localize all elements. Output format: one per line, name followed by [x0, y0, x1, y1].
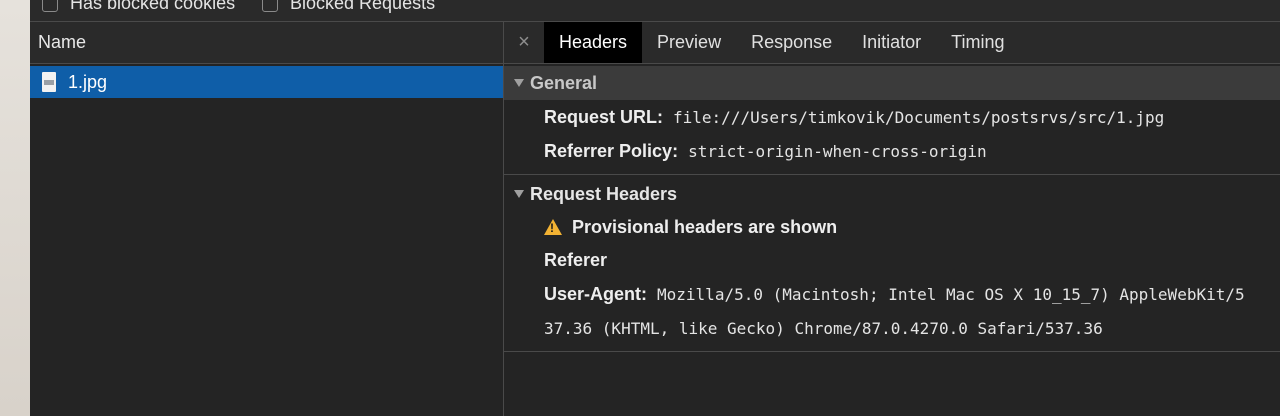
- close-details-icon[interactable]: ×: [504, 22, 544, 63]
- name-column-label: Name: [38, 32, 87, 52]
- referer-label: Referer: [544, 249, 608, 270]
- filter-bar: Has blocked cookies Blocked Requests: [30, 0, 1280, 22]
- request-url-row: Request URL: file:///Users/timkovik/Docu…: [504, 100, 1280, 134]
- user-agent-value-continued: 37.36 (KHTML, like Gecko) Chrome/87.0.42…: [544, 318, 1103, 338]
- user-agent-row: User-Agent: Mozilla/5.0 (Macintosh; Inte…: [504, 277, 1280, 311]
- blocked-requests-option[interactable]: Blocked Requests: [262, 0, 435, 14]
- section-divider: [504, 351, 1280, 352]
- tab-response[interactable]: Response: [736, 22, 847, 63]
- tab-timing[interactable]: Timing: [936, 22, 1019, 63]
- general-section-title: General: [530, 72, 598, 93]
- has-blocked-cookies-checkbox[interactable]: [42, 0, 58, 12]
- request-headers-section-toggle[interactable]: Request Headers: [504, 177, 1280, 211]
- provisional-headers-warning: Provisional headers are shown: [504, 211, 1280, 243]
- has-blocked-cookies-option[interactable]: Has blocked cookies: [42, 0, 235, 14]
- referrer-policy-label: Referrer Policy:: [544, 140, 679, 161]
- request-url-label: Request URL:: [544, 106, 664, 127]
- blocked-requests-label: Blocked Requests: [290, 0, 436, 13]
- request-row-selected[interactable]: 1.jpg: [30, 66, 503, 98]
- request-url-value: file:///Users/timkovik/Documents/postsrv…: [673, 107, 1165, 127]
- referrer-policy-value: strict-origin-when-cross-origin: [688, 141, 987, 161]
- expand-triangle-icon: [514, 190, 524, 198]
- request-list-pane: Name 1.jpg: [30, 22, 504, 416]
- details-tab-bar: × Headers Preview Response Initiator Tim…: [504, 22, 1280, 64]
- tab-preview[interactable]: Preview: [642, 22, 736, 63]
- referer-row: Referer: [504, 243, 1280, 277]
- devtools-network-panel: Has blocked cookies Blocked Requests Nam…: [30, 0, 1280, 416]
- user-agent-value: Mozilla/5.0 (Macintosh; Intel Mac OS X 1…: [657, 284, 1245, 304]
- image-file-icon: [42, 72, 56, 92]
- warning-text: Provisional headers are shown: [572, 216, 838, 237]
- tab-headers[interactable]: Headers: [544, 22, 643, 63]
- section-divider: [504, 174, 1280, 175]
- user-agent-label: User-Agent:: [544, 283, 648, 304]
- general-section-toggle[interactable]: General: [504, 66, 1280, 100]
- request-details-pane: × Headers Preview Response Initiator Tim…: [504, 22, 1280, 416]
- tab-initiator[interactable]: Initiator: [847, 22, 936, 63]
- warning-icon: [544, 219, 562, 235]
- has-blocked-cookies-label: Has blocked cookies: [70, 0, 236, 13]
- request-headers-section-title: Request Headers: [530, 183, 678, 204]
- desktop-background: [0, 0, 30, 416]
- name-column-header[interactable]: Name: [30, 22, 503, 64]
- expand-triangle-icon: [514, 79, 524, 87]
- referrer-policy-row: Referrer Policy: strict-origin-when-cros…: [504, 134, 1280, 168]
- request-name: 1.jpg: [68, 71, 108, 92]
- blocked-requests-checkbox[interactable]: [262, 0, 278, 12]
